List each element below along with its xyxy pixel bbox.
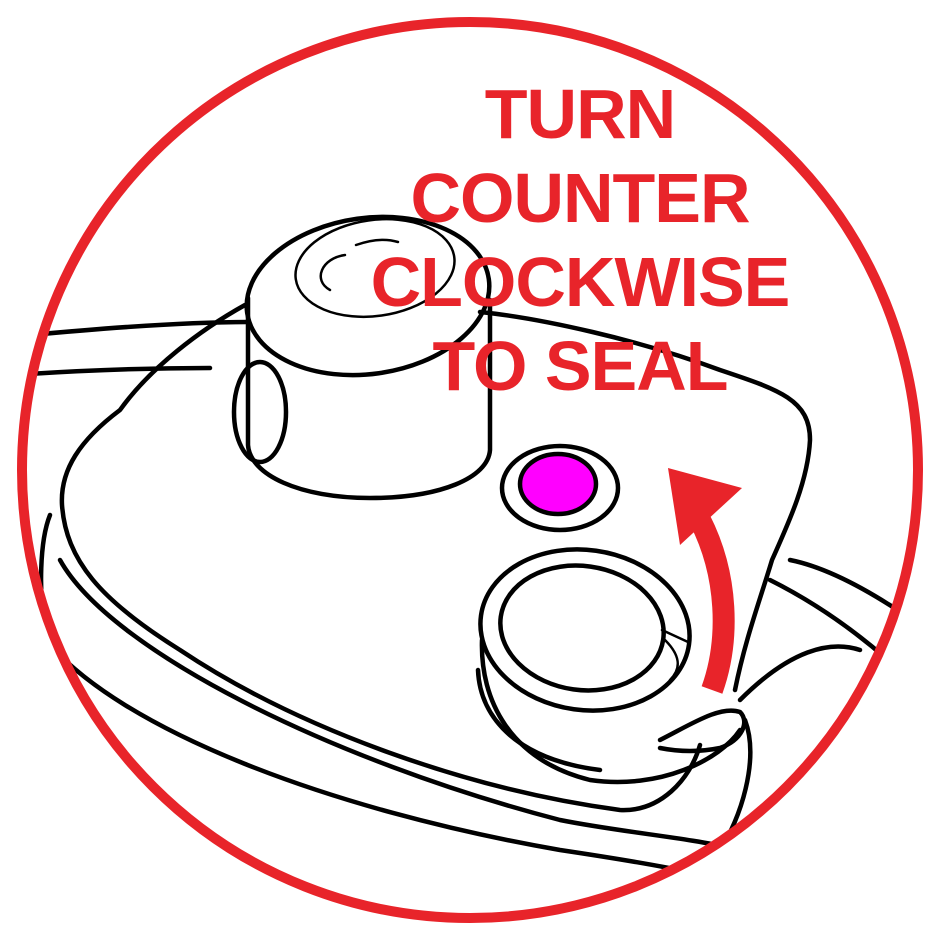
side-rail	[737, 644, 863, 703]
instruction-text: TURN COUNTER CLOCKWISE TO SEAL	[330, 72, 830, 408]
seal-knob-face	[498, 563, 666, 693]
seal-knob-skirt-inner	[475, 667, 603, 773]
instruction-line-3: CLOCKWISE	[370, 243, 791, 321]
side-rail	[787, 557, 918, 643]
instruction-line-2: COUNTER	[410, 159, 750, 237]
counter-clockwise-arrow-icon	[668, 468, 742, 694]
instruction-diagram: TURN COUNTER CLOCKWISE TO SEAL	[0, 0, 940, 940]
knob-base-ring	[231, 359, 289, 465]
seal-knob-pointer	[660, 628, 690, 682]
float-valve-indicator-icon	[517, 451, 599, 517]
instruction-line-4: TO SEAL	[432, 327, 728, 405]
instruction-line-1: TURN	[484, 75, 676, 153]
